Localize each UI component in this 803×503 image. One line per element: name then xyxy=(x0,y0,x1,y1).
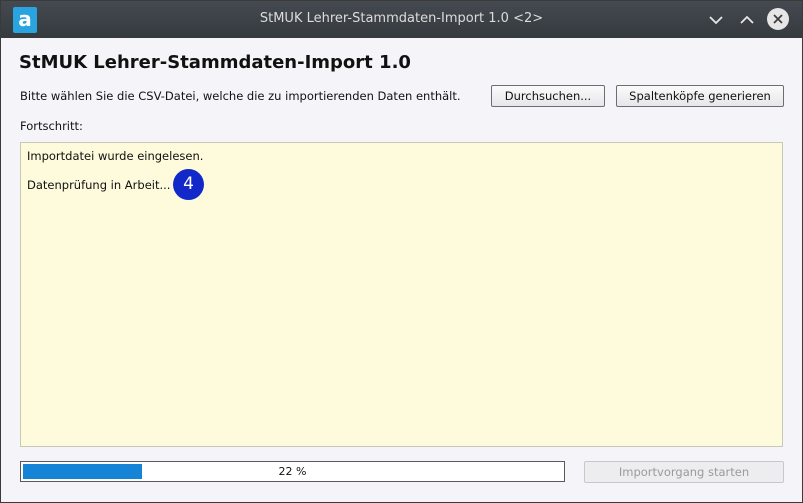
log-line: Importdatei wurde eingelesen. xyxy=(27,149,204,163)
maximize-button[interactable] xyxy=(736,9,758,31)
progress-label: Fortschritt: xyxy=(20,119,83,133)
progress-log[interactable]: Importdatei wurde eingelesen. Datenprüfu… xyxy=(20,142,783,447)
close-icon xyxy=(773,14,783,24)
generate-headers-button[interactable]: Spaltenköpfe generieren xyxy=(616,85,784,107)
progress-percent-text: 22 % xyxy=(278,465,307,478)
window-title: StMUK Lehrer-Stammdaten-Import 1.0 <2> xyxy=(259,11,544,26)
step-badge: 4 xyxy=(173,169,204,200)
close-button[interactable] xyxy=(767,8,789,30)
page-title: StMUK Lehrer-Stammdaten-Import 1.0 xyxy=(19,52,411,73)
import-progress-bar: 22 % xyxy=(20,461,565,482)
main-content: StMUK Lehrer-Stammdaten-Import 1.0 Bitte… xyxy=(1,38,802,502)
import-window: a StMUK Lehrer-Stammdaten-Import 1.0 <2>… xyxy=(0,0,803,503)
chevron-up-icon xyxy=(740,15,754,24)
chevron-down-icon xyxy=(709,16,723,25)
log-line: Datenprüfung in Arbeit... xyxy=(27,178,171,192)
minimize-button[interactable] xyxy=(705,9,727,31)
browse-button[interactable]: Durchsuchen... xyxy=(491,85,605,107)
title-bar[interactable]: a StMUK Lehrer-Stammdaten-Import 1.0 <2> xyxy=(1,1,802,38)
instruction-text: Bitte wählen Sie die CSV-Datei, welche d… xyxy=(20,89,461,103)
start-import-button[interactable]: Importvorgang starten xyxy=(584,461,784,483)
